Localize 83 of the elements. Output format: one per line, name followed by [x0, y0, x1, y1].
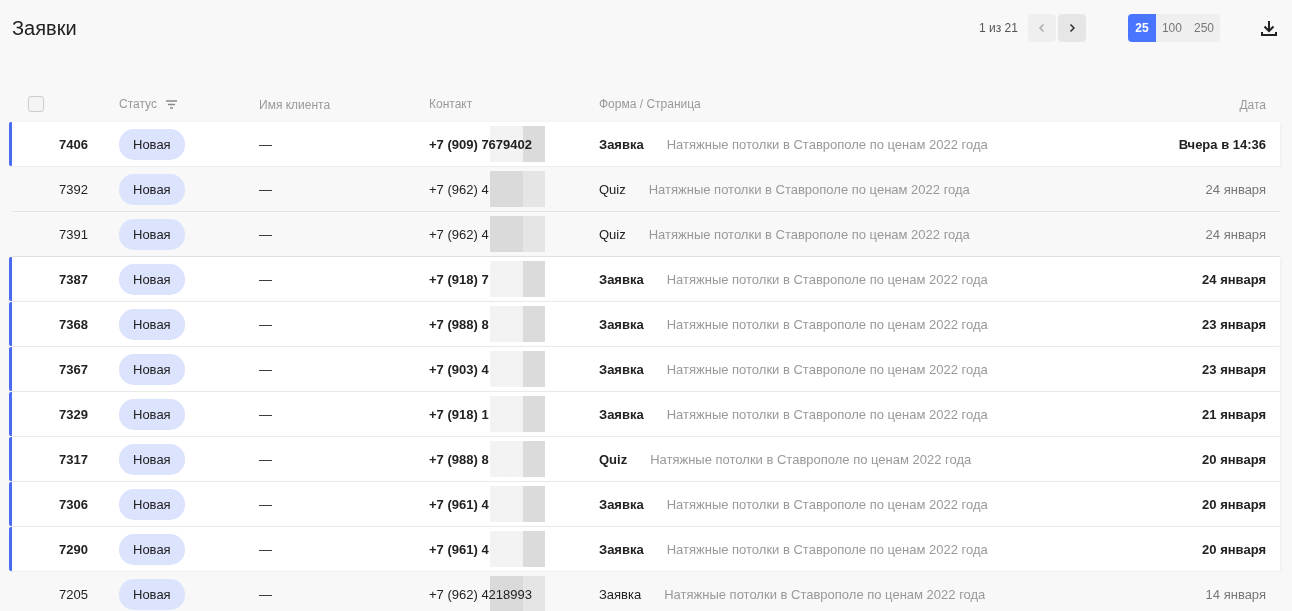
contact-phone: +7 (962) 4: [429, 181, 489, 197]
column-header: Имя клиента: [259, 97, 331, 112]
contact-phone: +7 (918) 7: [429, 271, 489, 287]
client-name: —: [259, 316, 272, 332]
request-date: 24 января: [1205, 181, 1266, 197]
table-row[interactable]: 7317 Новая — +7 (988) 8 Quiz Натяжные потолки в Ставрополе по ценам 2022 года 20 января: [12, 437, 1280, 482]
contact-phone: +7 (903) 4: [429, 361, 489, 377]
form-type: Заявка: [599, 406, 644, 422]
request-id: 7391: [59, 226, 88, 242]
status-badge[interactable]: Новая: [119, 398, 185, 430]
client-name: —: [259, 451, 272, 467]
request-date: 20 января: [1202, 496, 1266, 512]
contact-phone: +7 (988) 8: [429, 451, 489, 467]
column-header: Контакт: [429, 97, 473, 111]
column-header: Форма / Страница: [599, 97, 701, 111]
request-date: Вчера в 14:36: [1178, 136, 1266, 152]
contact-phone: +7 (962) 4: [429, 226, 489, 242]
status-badge[interactable]: Новая: [119, 263, 185, 295]
form-type: Заявка: [599, 136, 644, 152]
client-name: —: [259, 136, 272, 152]
contact-phone: +7 (962) 4218993: [429, 586, 532, 602]
client-name: —: [259, 181, 272, 197]
request-id: 7406: [59, 136, 88, 152]
request-date: 20 января: [1202, 541, 1266, 557]
client-name: —: [259, 271, 272, 287]
status-badge[interactable]: Новая: [119, 488, 185, 520]
client-name: —: [259, 361, 272, 377]
request-id: 7290: [59, 541, 88, 557]
form-type: Заявка: [599, 541, 644, 557]
table-row[interactable]: 7329 Новая — +7 (918) 1 Заявка Натяжные потолки в Ставрополе по ценам 2022 года 21 января: [12, 392, 1280, 437]
status-badge[interactable]: Новая: [119, 308, 185, 340]
request-date: 20 января: [1202, 451, 1266, 467]
client-name: —: [259, 541, 272, 557]
table-row[interactable]: 7387 Новая — +7 (918) 7 Заявка Натяжные потолки в Ставрополе по ценам 2022 года 24 января: [12, 257, 1280, 302]
request-date: 24 января: [1202, 271, 1266, 287]
page-title: Заявки: [12, 16, 77, 40]
page-size-button[interactable]: 100: [1155, 14, 1188, 42]
table-row[interactable]: 7290 Новая — +7 (961) 4 Заявка Натяжные потолки в Ставрополе по ценам 2022 года 20 января: [12, 527, 1280, 572]
client-name: —: [259, 496, 272, 512]
form-type: Заявка: [599, 316, 644, 332]
request-id: 7329: [59, 406, 88, 422]
request-date: 21 января: [1202, 406, 1266, 422]
table-row[interactable]: 7306 Новая — +7 (961) 4 Заявка Натяжные потолки в Ставрополе по ценам 2022 года 20 января: [12, 482, 1280, 527]
contact-phone: +7 (909) 7679402: [429, 136, 532, 152]
request-date: 23 января: [1202, 361, 1266, 377]
status-badge[interactable]: Новая: [119, 218, 185, 250]
contact-phone: +7 (988) 8: [429, 316, 489, 332]
contact-phone: +7 (961) 4: [429, 496, 489, 512]
request-id: 7205: [59, 586, 88, 602]
form-type: Заявка: [599, 271, 644, 287]
request-id: 7317: [59, 451, 88, 467]
status-badge[interactable]: Новая: [119, 353, 185, 385]
column-header: Дата: [1239, 97, 1266, 112]
status-badge[interactable]: Новая: [119, 578, 185, 610]
request-id: 7306: [59, 496, 88, 512]
contact-phone: +7 (961) 4: [429, 541, 489, 557]
table-row[interactable]: 7367 Новая — +7 (903) 4 Заявка Натяжные потолки в Ставрополе по ценам 2022 года 23 января: [12, 347, 1280, 392]
request-id: 7392: [59, 181, 88, 197]
form-type: Quiz: [599, 226, 626, 242]
request-date: 23 января: [1202, 316, 1266, 332]
request-date: 14 января: [1205, 586, 1266, 602]
request-id: 7387: [59, 271, 88, 287]
status-badge[interactable]: Новая: [119, 443, 185, 475]
form-type: Quiz: [599, 181, 626, 197]
request-id: 7368: [59, 316, 88, 332]
status-badge[interactable]: Новая: [119, 173, 185, 205]
client-name: —: [259, 406, 272, 422]
request-date: 24 января: [1205, 226, 1266, 242]
page-size-button[interactable]: 250: [1187, 14, 1220, 42]
client-name: —: [259, 226, 272, 242]
page-size-button[interactable]: 25: [1127, 14, 1156, 42]
form-type: Заявка: [599, 496, 644, 512]
request-id: 7367: [59, 361, 88, 377]
status-badge[interactable]: Новая: [119, 533, 185, 565]
page-info: 1 из 21: [979, 21, 1018, 35]
table-row[interactable]: 7406 Новая — +7 (909) 7679402 Заявка Натяжные потолки в Ставрополе по ценам 2022 года Вчера в 14:36: [12, 122, 1280, 167]
table-row[interactable]: 7368 Новая — +7 (988) 8 Заявка Натяжные потолки в Ставрополе по ценам 2022 года 23 января: [12, 302, 1280, 347]
status-badge[interactable]: Новая: [119, 128, 185, 160]
form-type: Заявка: [599, 361, 644, 377]
form-type: Заявка: [599, 586, 642, 602]
client-name: —: [259, 586, 272, 602]
form-type: Quiz: [599, 451, 628, 467]
contact-phone: +7 (918) 1: [429, 406, 489, 422]
